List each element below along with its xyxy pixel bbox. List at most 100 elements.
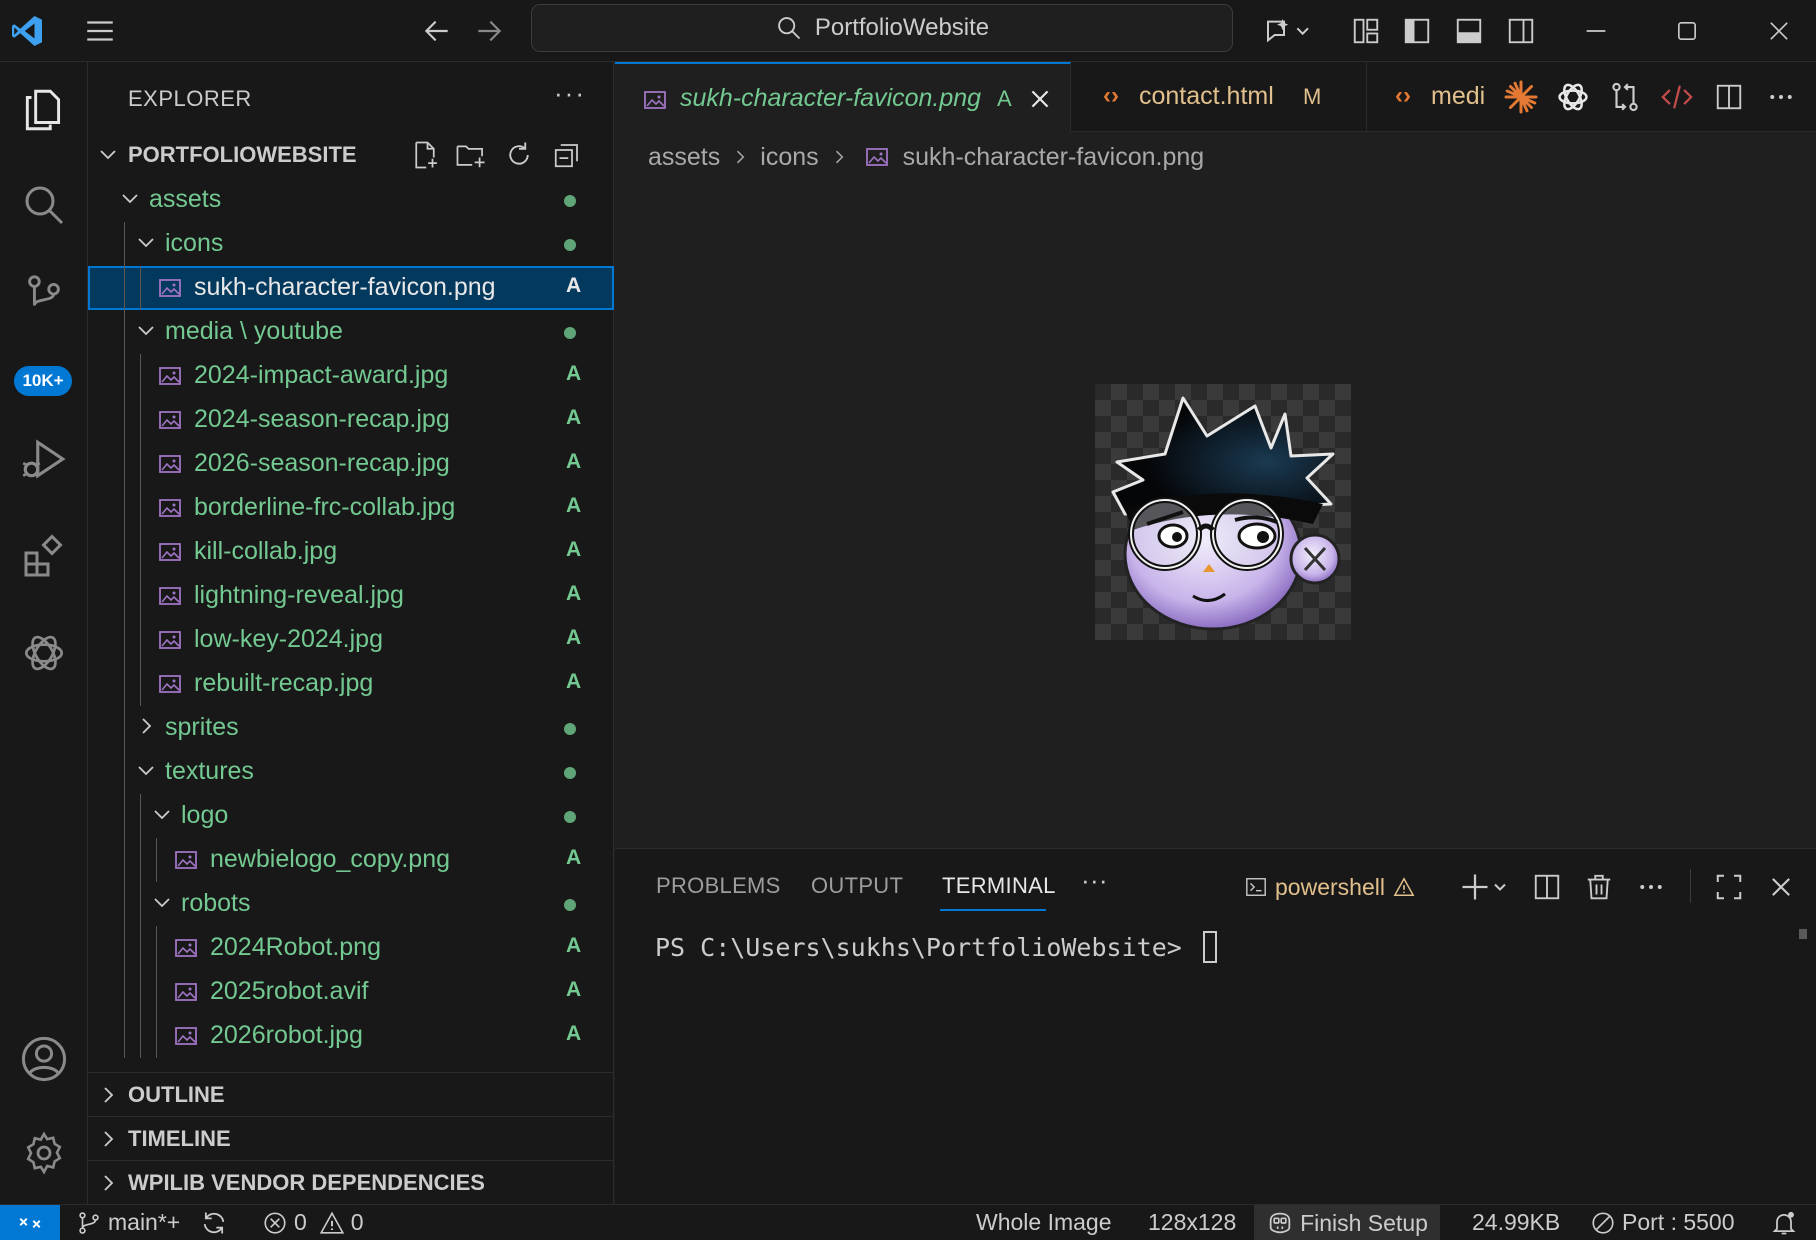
tree-item-label: kill-collab.jpg [194, 537, 338, 565]
tree-folder[interactable]: icons [88, 222, 614, 266]
explorer-more-actions[interactable]: ··· [554, 78, 586, 109]
wpilib-vendor-dependencies-section[interactable]: WPILIB VENDOR DEPENDENCIES [88, 1160, 614, 1204]
tree-folder[interactable]: textures [88, 750, 614, 794]
sync-icon[interactable] [200, 1209, 228, 1237]
maximize-panel-icon[interactable] [1707, 865, 1751, 909]
notifications-bell-icon[interactable] [1770, 1209, 1798, 1237]
split-editor-icon[interactable] [1708, 76, 1750, 118]
indent-guide [156, 1014, 157, 1058]
tab-problems[interactable]: PROBLEMS [656, 873, 781, 899]
terminal-output[interactable]: PS C:\Users\sukhs\PortfolioWebsite> [655, 931, 1217, 963]
image-file-icon [644, 91, 666, 109]
tree-file[interactable]: lightning-reveal.jpg A [88, 574, 614, 618]
tree-file[interactable]: newbielogo_copy.png A [88, 838, 614, 882]
search-view-icon[interactable] [0, 160, 88, 250]
chevron-right-icon [835, 150, 844, 164]
branch-indicator[interactable]: main*+ [76, 1209, 180, 1236]
tab-sukh-character-favicon[interactable]: sukh-character-favicon.png A [615, 62, 1071, 132]
terminal-shell-selector[interactable]: powershell [1245, 865, 1415, 909]
back-arrow-icon[interactable] [414, 8, 460, 54]
explorer-icon[interactable] [0, 65, 88, 155]
close-window-icon[interactable] [1756, 8, 1802, 54]
extensions-icon[interactable] [0, 512, 88, 602]
minimize-icon[interactable] [1573, 8, 1619, 54]
tree-file[interactable]: borderline-frc-collab.jpg A [88, 486, 614, 530]
warning-icon [319, 1211, 345, 1234]
explorer-sidebar: EXPLORER ··· PORTFOLIOWEBSITE assets icon… [88, 62, 614, 1204]
tree-file[interactable]: rebuilt-recap.jpg A [88, 662, 614, 706]
close-tab-icon[interactable] [1027, 86, 1053, 112]
tree-folder[interactable]: assets [88, 178, 614, 222]
tab-terminal[interactable]: TERMINAL [942, 873, 1056, 899]
git-changes-dot [564, 239, 576, 251]
new-terminal-icon[interactable] [1453, 865, 1517, 909]
outline-section[interactable]: OUTLINE [88, 1072, 614, 1116]
settings-gear-icon[interactable] [0, 1108, 88, 1198]
warning-count: 0 [350, 1209, 364, 1235]
terminal-prompt: PS C:\Users\sukhs\PortfolioWebsite> [655, 933, 1197, 962]
chatgpt-icon[interactable] [0, 608, 88, 698]
tree-folder[interactable]: robots [88, 882, 614, 926]
panel-more-tabs[interactable]: ··· [1081, 865, 1108, 896]
terminal-scrollbar[interactable] [1799, 929, 1807, 939]
command-center-search[interactable]: PortfolioWebsite [531, 4, 1233, 52]
toggle-primary-sidebar-icon[interactable] [1394, 8, 1440, 54]
tree-file[interactable]: 2026-season-recap.jpg A [88, 442, 614, 486]
toggle-panel-icon[interactable] [1446, 8, 1492, 54]
vscode-logo-icon[interactable] [4, 8, 50, 54]
close-panel-icon[interactable] [1759, 865, 1803, 909]
maximize-icon[interactable] [1664, 8, 1710, 54]
breadcrumb-item-assets[interactable]: assets [648, 143, 720, 172]
indent-guide [140, 354, 141, 398]
tab-contact-html[interactable]: ‹› contact.html M [1071, 62, 1367, 132]
tree-folder[interactable]: logo [88, 794, 614, 838]
editor-more-actions-icon[interactable] [1760, 76, 1802, 118]
problems-indicator[interactable]: 0 0 [262, 1209, 364, 1236]
split-terminal-icon[interactable] [1525, 865, 1569, 909]
tree-file[interactable]: low-key-2024.jpg A [88, 618, 614, 662]
git-added-badge: A [566, 582, 582, 605]
tree-item-label: 2025robot.avif [210, 977, 369, 1005]
tab-output[interactable]: OUTPUT [811, 873, 903, 899]
character-favicon-image[interactable] [1095, 384, 1351, 640]
tree-folder[interactable]: media \ youtube [88, 310, 614, 354]
tree-file[interactable]: 2025robot.avif A [88, 970, 614, 1014]
source-control-icon[interactable] [0, 250, 88, 340]
run-debug-icon[interactable] [0, 414, 88, 504]
accounts-icon[interactable] [0, 1014, 88, 1104]
git-added-badge: A [566, 670, 582, 693]
workspace-folder-header[interactable]: PORTFOLIOWEBSITE [88, 134, 614, 174]
live-server-port[interactable]: Port : 5500 [1590, 1209, 1735, 1236]
finish-setup-button[interactable]: Finish Setup [1254, 1205, 1440, 1240]
tab-media[interactable]: ‹› medi [1367, 62, 1519, 132]
remote-indicator[interactable] [0, 1205, 60, 1240]
tree-folder[interactable]: sprites [88, 706, 614, 750]
claude-sparkle-icon[interactable] [1500, 76, 1542, 118]
copilot-chat-icon[interactable] [1256, 8, 1320, 54]
tree-file[interactable]: 2026robot.jpg A [88, 1014, 614, 1058]
toggle-secondary-sidebar-icon[interactable] [1498, 8, 1544, 54]
chatgpt-tab-icon[interactable] [1552, 76, 1594, 118]
timeline-section[interactable]: TIMELINE [88, 1116, 614, 1160]
refresh-explorer-icon[interactable] [502, 138, 536, 172]
open-preview-icon[interactable] [1656, 76, 1698, 118]
image-zoom-indicator[interactable]: Whole Image [976, 1209, 1112, 1236]
tree-item-label: newbielogo_copy.png [210, 845, 451, 873]
collapse-folders-icon[interactable] [550, 138, 584, 172]
zoom-label: Whole Image [976, 1209, 1112, 1235]
new-file-icon[interactable] [408, 138, 442, 172]
tree-file[interactable]: sukh-character-favicon.png A [88, 266, 614, 310]
menu-icon[interactable] [77, 8, 123, 54]
kill-terminal-trash-icon[interactable] [1577, 865, 1621, 909]
tree-file[interactable]: kill-collab.jpg A [88, 530, 614, 574]
tree-file[interactable]: 2024Robot.png A [88, 926, 614, 970]
breadcrumb-item-icons[interactable]: icons [760, 143, 818, 172]
customize-layout-icon[interactable] [1343, 8, 1389, 54]
tree-file[interactable]: 2024-season-recap.jpg A [88, 398, 614, 442]
breadcrumb-item-file[interactable]: sukh-character-favicon.png [903, 143, 1205, 172]
forward-arrow-icon[interactable] [466, 8, 512, 54]
terminal-more-actions-icon[interactable] [1629, 865, 1673, 909]
compare-changes-icon[interactable] [1604, 76, 1646, 118]
tree-file[interactable]: 2024-impact-award.jpg A [88, 354, 614, 398]
new-folder-icon[interactable] [454, 138, 488, 172]
